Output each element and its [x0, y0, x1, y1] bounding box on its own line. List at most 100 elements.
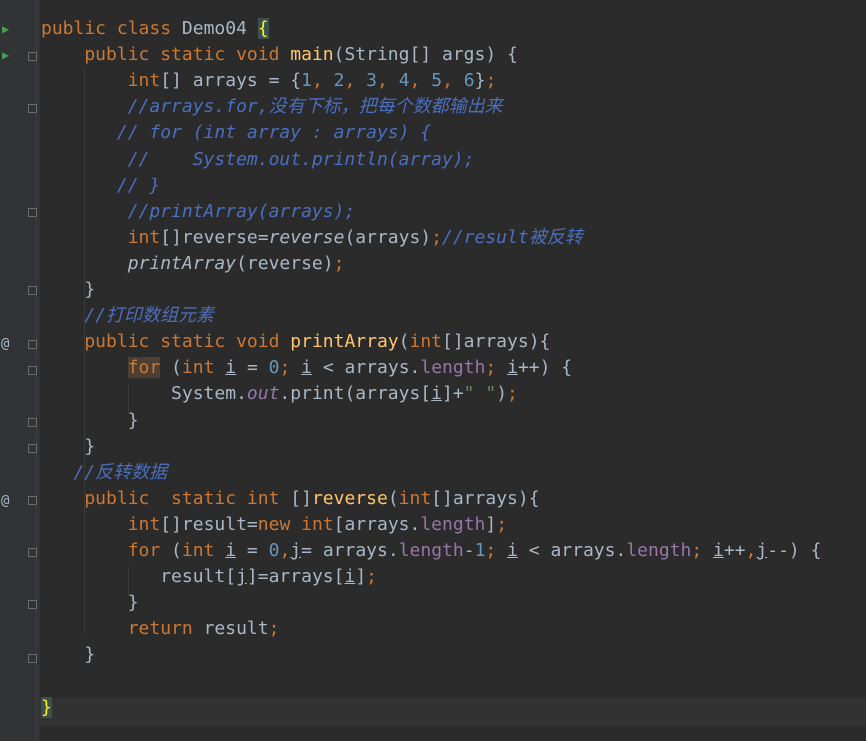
code-line[interactable]: int[]reverse=reverse(arrays);//result被反转	[41, 225, 583, 251]
code-token: length	[420, 357, 486, 379]
code-token: -	[463, 540, 475, 561]
code-token: }	[474, 70, 486, 92]
code-line[interactable]: //arrays.for,没有下标，把每个数都输出来	[41, 94, 503, 120]
code-token: int	[398, 487, 432, 509]
code-line[interactable]: public static void main(String[] args) {	[41, 42, 518, 68]
code-token: = arrays.	[301, 540, 399, 561]
code-token: ;	[431, 226, 442, 248]
fold-icon[interactable]	[28, 104, 37, 113]
run-main-icon[interactable]: ▶	[2, 48, 9, 62]
code-token: }	[41, 644, 96, 666]
code-line[interactable]: // System.out.println(array);	[41, 147, 475, 173]
code-token: length	[420, 513, 486, 535]
code-token: System.	[41, 383, 247, 405]
code-token: ;	[507, 383, 518, 405]
code-line[interactable]: //反转数据	[41, 460, 168, 486]
fold-icon[interactable]	[28, 548, 37, 557]
code-token: ]+	[441, 383, 464, 405]
fold-icon[interactable]	[28, 418, 37, 427]
code-token: (	[171, 540, 182, 561]
code-token: }	[41, 592, 139, 614]
fold-icon[interactable]	[28, 600, 37, 609]
code-token: int	[181, 540, 226, 561]
code-token: i	[431, 383, 442, 405]
fold-icon[interactable]	[28, 286, 37, 295]
code-token: out	[246, 383, 280, 405]
code-token: ,	[745, 540, 757, 561]
code-token: []arrays){	[442, 331, 551, 353]
code-token: new	[257, 513, 302, 535]
code-line[interactable]: public static int []reverse(int[]arrays)…	[41, 486, 539, 512]
code-token: 0	[268, 357, 280, 379]
code-token: i	[507, 357, 518, 379]
fold-icon[interactable]	[28, 340, 37, 349]
code-token: 6	[463, 70, 475, 92]
code-token: }	[41, 409, 139, 431]
code-token: static	[160, 44, 237, 66]
code-line[interactable]: public class Demo04 {	[41, 16, 269, 42]
code-line[interactable]: result[j]=arrays[i];	[41, 564, 377, 590]
method-at-icon[interactable]: @	[1, 337, 9, 351]
code-line[interactable]: for (int i = 0; i < arrays.length; i++) …	[41, 355, 572, 381]
code-token: 5	[431, 70, 443, 92]
code-token: //result被反转	[442, 226, 583, 248]
caret-line-highlight	[40, 698, 866, 726]
code-token: ++	[723, 540, 746, 561]
code-token: 1	[474, 540, 486, 561]
code-token: printArray	[290, 331, 399, 353]
code-line[interactable]: public static void printArray(int[]array…	[41, 329, 550, 355]
code-token: void	[236, 44, 291, 66]
code-token: i	[301, 357, 312, 379]
code-token: int	[246, 487, 291, 509]
code-token: printArray	[127, 252, 237, 274]
code-line[interactable]: printArray(reverse);	[41, 251, 345, 277]
code-token: result	[203, 618, 269, 640]
code-line[interactable]: int[] arrays = {1, 2, 3, 4, 5, 6};	[41, 68, 497, 94]
code-line[interactable]: // }	[41, 173, 160, 199]
code-line[interactable]: int[]result=new int[arrays.length];	[41, 512, 507, 538]
code-token: int	[409, 331, 442, 353]
code-token: for	[127, 357, 161, 379]
code-line[interactable]: // for (int array : arrays) {	[41, 120, 431, 146]
code-editor[interactable]: ▶ ▶ @ @ public class Demo04 { public sta…	[0, 0, 866, 741]
code-line[interactable]: }	[41, 642, 95, 668]
code-token: public	[41, 18, 117, 39]
code-line[interactable]: }	[41, 408, 139, 434]
fold-icon[interactable]	[28, 208, 37, 217]
code-token: ;	[485, 357, 508, 379]
run-class-icon[interactable]: ▶	[2, 22, 9, 36]
code-line[interactable]: System.out.print(arrays[i]+" ");	[41, 381, 518, 407]
code-token: int	[301, 513, 334, 535]
code-token: j	[290, 540, 302, 561]
code-token: reverse	[268, 226, 345, 248]
code-token: length	[398, 540, 464, 561]
code-token: class	[116, 18, 182, 39]
code-token: //printArray(arrays);	[41, 200, 356, 222]
fold-icon[interactable]	[28, 654, 37, 663]
code-token: // }	[41, 174, 161, 196]
code-token: ]	[485, 513, 497, 535]
code-line[interactable]: }	[41, 434, 95, 460]
method-at-icon[interactable]: @	[1, 494, 9, 508]
code-token: ;	[485, 70, 497, 92]
fold-icon[interactable]	[28, 52, 37, 61]
fold-icon[interactable]	[28, 366, 37, 375]
code-token: ,	[377, 70, 399, 92]
code-token: i	[225, 357, 237, 379]
code-line[interactable]: for (int i = 0,j= arrays.length-1; i < a…	[41, 538, 822, 564]
code-token: i	[713, 540, 724, 561]
code-line[interactable]: }	[41, 277, 95, 303]
code-line[interactable]: //printArray(arrays);	[41, 199, 356, 225]
code-token: int	[41, 70, 161, 92]
code-line[interactable]: }	[41, 590, 139, 616]
code-token: {	[257, 18, 269, 39]
code-token: i	[225, 540, 237, 561]
code-token: int	[41, 513, 161, 535]
code-line[interactable]: //打印数组元素	[41, 303, 214, 329]
code-line[interactable]: }	[41, 695, 52, 721]
code-token: }	[41, 279, 96, 300]
fold-icon[interactable]	[28, 444, 37, 453]
fold-icon[interactable]	[28, 496, 37, 505]
code-line[interactable]: return result;	[41, 616, 280, 642]
